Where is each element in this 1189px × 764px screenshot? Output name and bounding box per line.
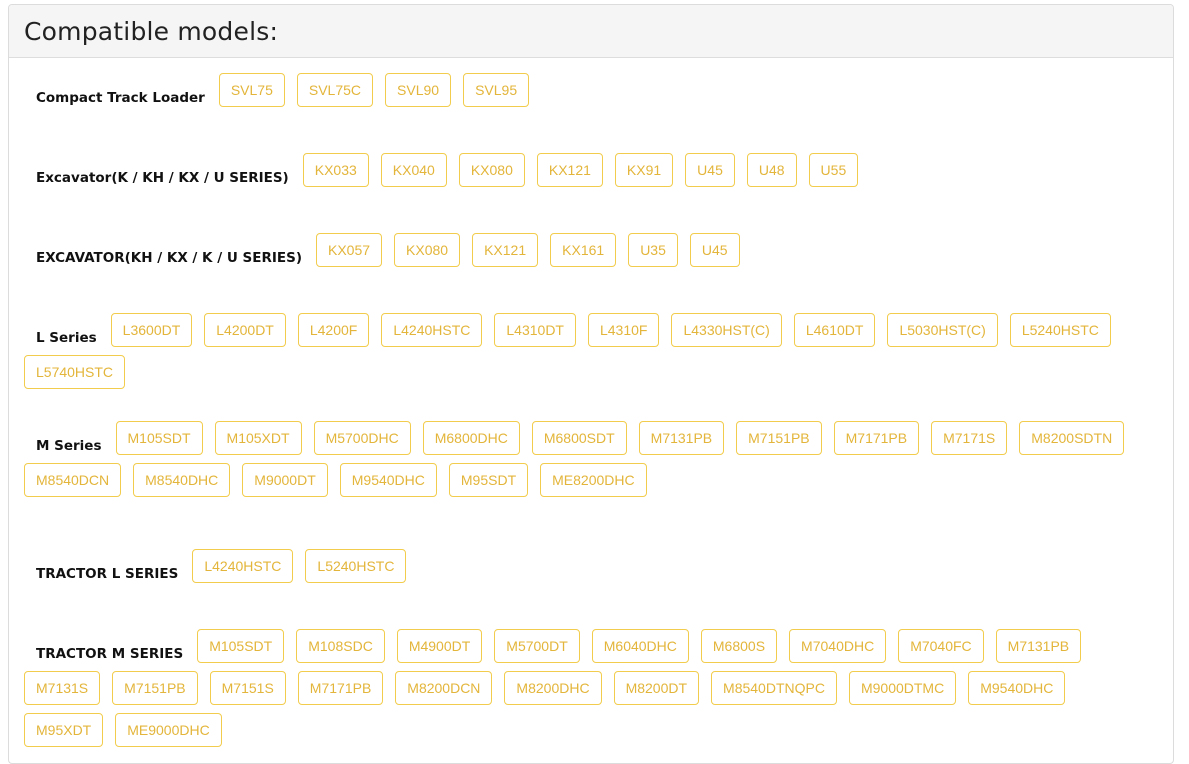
model-tag[interactable]: M105SDT (115, 421, 203, 455)
model-tag[interactable]: SVL75 (218, 73, 285, 107)
model-tag[interactable]: L4200F (297, 313, 370, 347)
model-tag[interactable]: M7040DHC (789, 629, 887, 663)
category-label: Excavator(K / KH / KX / U SERIES) (36, 169, 289, 186)
model-tag[interactable]: M7131S (24, 671, 101, 705)
model-tag[interactable]: M108SDC (296, 629, 385, 663)
model-group-3: L Series L3600DT L4200DT L4200F L4240HSTC L4… (24, 313, 1161, 397)
model-tag[interactable]: M7151S (209, 671, 286, 705)
panel-header: Compatible models: (9, 5, 1173, 58)
model-tag[interactable]: M4900DT (396, 629, 483, 663)
model-tag[interactable]: L5740HSTC (24, 355, 126, 389)
model-group-4: M Series M105SDT M105XDT M5700DHC M6800DHC M… (24, 421, 1161, 505)
panel-title: Compatible models: (24, 16, 279, 46)
model-tag[interactable]: L5030HST(C) (887, 313, 998, 347)
model-tag[interactable]: U35 (628, 233, 678, 267)
model-groups: Compact Track Loader SVL75 SVL75C SVL90 SVL… (9, 58, 1173, 755)
model-tag[interactable]: M5700DT (494, 629, 580, 663)
category-label: M Series (36, 437, 102, 454)
model-tag[interactable]: M8540DHC (133, 463, 231, 497)
model-tag[interactable]: M7040FC (898, 629, 984, 663)
model-tag[interactable]: L5240HSTC (1009, 313, 1111, 347)
model-tag[interactable]: KX080 (394, 233, 461, 267)
model-tag[interactable]: L4310F (587, 313, 660, 347)
model-tag[interactable]: M7151PB (736, 421, 822, 455)
model-tag[interactable]: M7171PB (833, 421, 920, 455)
model-group-5: TRACTOR L SERIES L4240HSTC L5240HSTC (24, 549, 1161, 591)
model-tag[interactable]: L4240HSTC (192, 549, 294, 583)
model-tag[interactable]: M8200DHC (504, 671, 602, 705)
model-tag[interactable]: M7131PB (638, 421, 725, 455)
category-label: L Series (36, 329, 97, 346)
model-tag[interactable]: KX161 (550, 233, 617, 267)
model-tag[interactable]: L4310DT (494, 313, 576, 347)
model-tag[interactable]: M7171PB (297, 671, 384, 705)
model-tag[interactable]: M6800SDT (531, 421, 627, 455)
model-group-6: TRACTOR M SERIES M105SDT M108SDC M4900DT M5… (24, 629, 1161, 755)
model-tag[interactable]: M8200DT (613, 671, 700, 705)
model-tag[interactable]: M5700DHC (313, 421, 411, 455)
model-tag[interactable]: KX91 (614, 153, 674, 187)
model-tag[interactable]: SVL95 (463, 73, 530, 107)
model-tag[interactable]: M6800DHC (422, 421, 520, 455)
model-tag[interactable]: M7151PB (112, 671, 198, 705)
category-label: Compact Track Loader (36, 89, 205, 106)
model-tag[interactable]: M9540DHC (339, 463, 437, 497)
model-tag[interactable]: M9000DTMC (848, 671, 957, 705)
model-tag[interactable]: KX033 (302, 153, 369, 187)
model-tag[interactable]: M8200DCN (395, 671, 493, 705)
model-tag[interactable]: L4240HSTC (381, 313, 483, 347)
model-tag[interactable]: M105SDT (197, 629, 285, 663)
model-tag[interactable]: KX040 (380, 153, 447, 187)
model-group-2: EXCAVATOR(KH / KX / K / U SERIES) KX057 K… (24, 233, 1161, 275)
model-tag[interactable]: KX121 (472, 233, 539, 267)
model-tag[interactable]: ME9000DHC (115, 713, 222, 747)
model-tag-list: Excavator(K / KH / KX / U SERIES) KX033 K… (24, 153, 1161, 195)
model-tag[interactable]: L3600DT (110, 313, 193, 347)
model-tag[interactable]: U45 (685, 153, 735, 187)
model-tag[interactable]: M8540DTNQPC (711, 671, 837, 705)
model-tag[interactable]: KX080 (458, 153, 525, 187)
category-label: EXCAVATOR(KH / KX / K / U SERIES) (36, 249, 302, 266)
model-tag[interactable]: SVL90 (385, 73, 452, 107)
model-group-0: Compact Track Loader SVL75 SVL75C SVL90 SVL… (24, 73, 1161, 115)
model-tag[interactable]: L5240HSTC (305, 549, 407, 583)
model-tag-list: M Series M105SDT M105XDT M5700DHC M6800DHC M… (24, 421, 1161, 505)
model-tag-list: TRACTOR M SERIES M105SDT M108SDC M4900DT M5… (24, 629, 1161, 755)
category-label: TRACTOR M SERIES (36, 645, 184, 662)
model-tag[interactable]: M7131PB (995, 629, 1082, 663)
model-tag-list: EXCAVATOR(KH / KX / K / U SERIES) KX057 K… (24, 233, 1161, 275)
category-label: TRACTOR L SERIES (36, 565, 179, 582)
model-tag-list: L Series L3600DT L4200DT L4200F L4240HSTC L4… (24, 313, 1161, 397)
model-tag[interactable]: U45 (689, 233, 740, 267)
model-tag[interactable]: M95XDT (24, 713, 104, 747)
model-group-1: Excavator(K / KH / KX / U SERIES) KX033 K… (24, 153, 1161, 195)
model-tag[interactable]: M6040DHC (591, 629, 689, 663)
model-tag[interactable]: M105XDT (214, 421, 302, 455)
model-tag[interactable]: L4610DT (793, 313, 876, 347)
model-tag[interactable]: M95SDT (448, 463, 529, 497)
compatible-models-panel: Compatible models: Compact Track Loader … (8, 4, 1174, 764)
model-tag[interactable]: U48 (746, 153, 797, 187)
model-tag[interactable]: KX057 (316, 233, 383, 267)
model-tag-list: Compact Track Loader SVL75 SVL75C SVL90 SVL… (24, 73, 1161, 115)
model-tag[interactable]: SVL75C (296, 73, 374, 107)
model-tag[interactable]: M8200SDTN (1019, 421, 1125, 455)
model-tag[interactable]: M7171S (931, 421, 1008, 455)
model-tag[interactable]: M9540DHC (968, 671, 1066, 705)
model-tag[interactable]: L4200DT (204, 313, 286, 347)
model-tag[interactable]: U55 (808, 153, 859, 187)
model-tag[interactable]: KX121 (536, 153, 603, 187)
model-tag[interactable]: M8540DCN (24, 463, 122, 497)
model-tag[interactable]: M9000DT (242, 463, 328, 497)
model-tag[interactable]: L4330HST(C) (671, 313, 782, 347)
model-tag-list: TRACTOR L SERIES L4240HSTC L5240HSTC (24, 549, 1161, 591)
model-tag[interactable]: ME8200DHC (540, 463, 647, 497)
model-tag[interactable]: M6800S (700, 629, 778, 663)
